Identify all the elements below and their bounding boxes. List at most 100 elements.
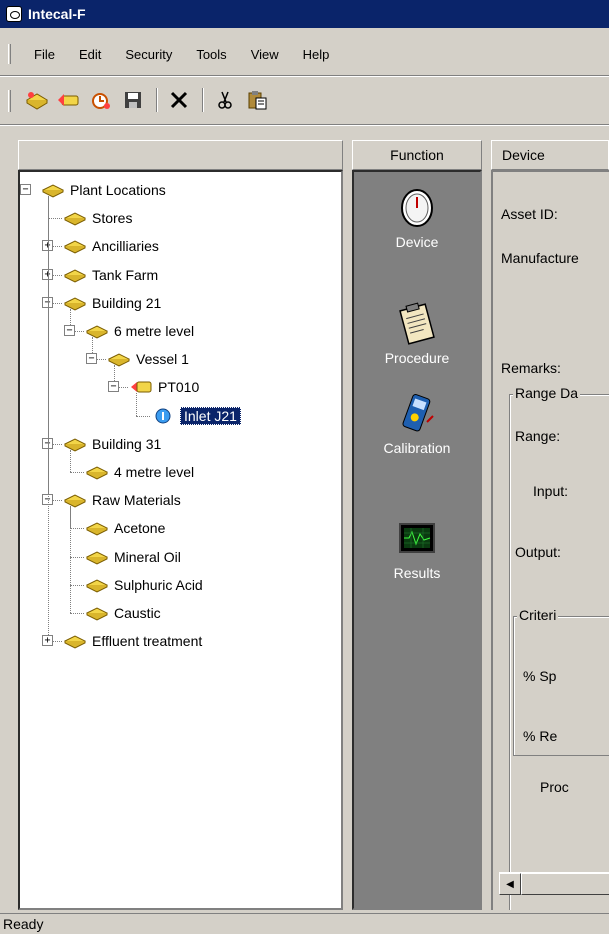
menu-view[interactable]: View: [239, 47, 291, 62]
location-icon: [64, 238, 86, 254]
menu-help[interactable]: Help: [291, 47, 342, 62]
location-icon: [86, 520, 108, 536]
tree-item-label: Caustic: [114, 605, 161, 621]
tree-connector: [48, 218, 62, 220]
span-label: % Sp: [523, 668, 557, 684]
location-icon: [86, 464, 108, 480]
function-panel: Device Procedure Calibration Results: [352, 170, 482, 910]
tree-item[interactable]: Building 31: [64, 430, 161, 458]
tree-connector: [136, 393, 137, 416]
tree-item[interactable]: 6 metre level: [86, 317, 194, 345]
function-results[interactable]: Results: [354, 517, 480, 581]
tree-item-label: Mineral Oil: [114, 548, 181, 565]
function-calibration-label: Calibration: [383, 440, 451, 456]
window-title: Intecal-F: [28, 6, 86, 22]
location-icon: [86, 549, 108, 565]
expand-icon[interactable]: +: [42, 635, 53, 647]
title-bar: Intecal-F: [0, 0, 609, 28]
clipboard-icon: [397, 302, 437, 346]
manufacturer-label: Manufacture: [501, 250, 579, 266]
scroll-left-icon[interactable]: ◀: [499, 873, 521, 895]
menu-grip[interactable]: [8, 44, 11, 64]
device-header: Device: [491, 140, 609, 170]
tree-item[interactable]: Inlet J21: [152, 402, 241, 430]
tree-item[interactable]: Raw Materials: [64, 486, 181, 514]
location-icon: [64, 492, 86, 508]
save-icon[interactable]: [118, 85, 148, 115]
input-label: Input:: [533, 483, 569, 499]
tree-connector: [136, 415, 150, 417]
cut-icon[interactable]: [210, 85, 240, 115]
tree-connector: [70, 584, 84, 586]
paste-icon[interactable]: [242, 85, 272, 115]
calibrator-icon: [397, 392, 437, 436]
collapse-icon[interactable]: −: [108, 381, 119, 393]
location-icon: [42, 182, 64, 198]
device-hscrollbar[interactable]: ◀: [499, 872, 609, 895]
toolbar-separator: [156, 88, 158, 112]
tree-item-label: 4 metre level: [114, 464, 195, 480]
tree-item[interactable]: Stores: [64, 204, 132, 232]
tree-connector: [70, 449, 71, 472]
tree-item-label: Effluent treatment: [92, 633, 203, 650]
function-device[interactable]: Device: [354, 186, 480, 250]
criteria-group-label: Criteri: [517, 607, 559, 623]
tree-connector: [48, 196, 49, 642]
location-tree[interactable]: Plant Locations − Stores Ancilliaries + Tank …: [18, 170, 343, 910]
location-icon: [64, 295, 86, 311]
tree-header: [18, 140, 343, 170]
toolbar-separator: [202, 88, 204, 112]
collapse-icon[interactable]: −: [20, 184, 31, 195]
output-label: Output:: [515, 544, 561, 560]
status-bar: Ready: [0, 913, 609, 934]
tree-item-label: Building 31: [92, 435, 162, 452]
status-text: Ready: [3, 916, 44, 932]
tree-item-label: Raw Materials: [92, 492, 181, 509]
new-device-icon[interactable]: [54, 85, 84, 115]
tree-item[interactable]: Effluent treatment: [64, 627, 202, 655]
range-label: Range:: [515, 428, 561, 444]
location-icon: [64, 210, 86, 226]
instrument-icon: [152, 408, 174, 424]
tree-item-label: Acetone: [114, 520, 166, 537]
delete-icon[interactable]: [164, 85, 194, 115]
tree-item[interactable]: PT010: [130, 373, 199, 401]
tree-item[interactable]: Mineral Oil: [86, 543, 181, 571]
collapse-icon[interactable]: −: [86, 353, 97, 365]
new-procedure-icon[interactable]: [86, 85, 116, 115]
tree-item[interactable]: Building 21: [64, 289, 161, 317]
menu-edit[interactable]: Edit: [67, 47, 113, 62]
tree-item[interactable]: Vessel 1: [108, 345, 189, 373]
toolbar-grip[interactable]: [8, 90, 11, 112]
range-group-label: Range Da: [513, 385, 581, 401]
collapse-icon[interactable]: −: [64, 325, 75, 336]
tree-item[interactable]: Caustic: [86, 599, 161, 627]
tree-item[interactable]: 4 metre level: [86, 458, 194, 486]
tree-connector: [70, 472, 84, 473]
tree-connector: [70, 556, 84, 558]
tree-item[interactable]: Ancilliaries: [64, 232, 159, 260]
location-icon: [64, 633, 86, 649]
new-location-icon[interactable]: [22, 85, 52, 115]
function-results-label: Results: [393, 565, 441, 581]
function-procedure-label: Procedure: [384, 350, 450, 366]
menu-bar: File Edit Security Tools View Help: [0, 41, 609, 67]
asset-id-label: Asset ID:: [501, 206, 558, 222]
tree-item[interactable]: Plant Locations: [42, 176, 166, 204]
tree-item[interactable]: Sulphuric Acid: [86, 571, 203, 599]
tree-item[interactable]: Acetone: [86, 514, 165, 542]
menu-tools[interactable]: Tools: [184, 47, 238, 62]
menu-file[interactable]: File: [22, 47, 67, 62]
tree-item-label: Plant Locations: [70, 182, 166, 198]
scroll-thumb[interactable]: [521, 873, 609, 895]
location-icon: [86, 577, 108, 593]
function-procedure[interactable]: Procedure: [354, 302, 480, 366]
location-icon: [86, 605, 108, 621]
menu-separator: [0, 75, 609, 77]
tree-item[interactable]: Tank Farm: [64, 261, 158, 289]
function-calibration[interactable]: Calibration: [354, 392, 480, 456]
tree-item-label: Vessel 1: [136, 351, 189, 368]
menu-security[interactable]: Security: [113, 47, 184, 62]
tree-item-label: Tank Farm: [92, 266, 159, 283]
tree-item-label: PT010: [158, 379, 200, 396]
